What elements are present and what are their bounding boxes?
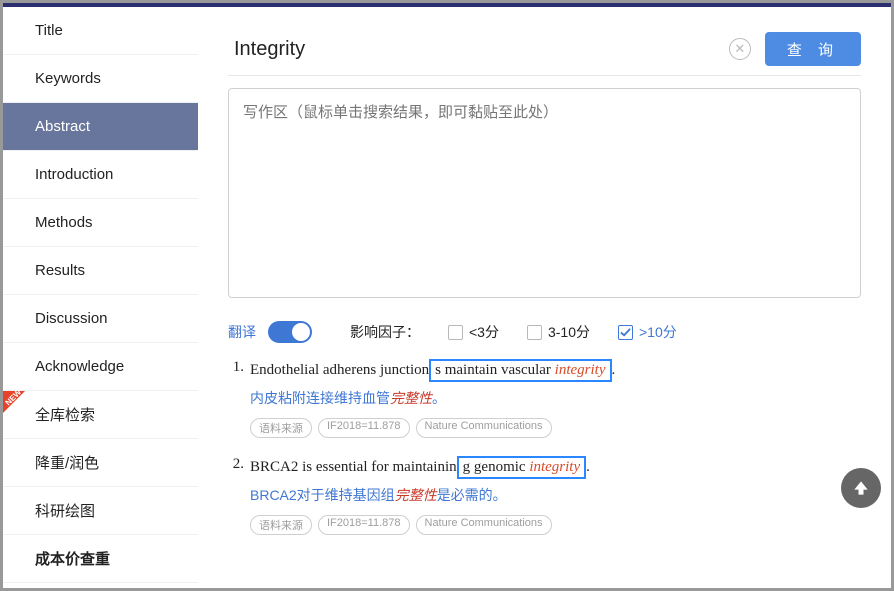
sidebar-item-discussion[interactable]: Discussion [3,295,198,343]
filter-option-label: <3分 [469,322,499,342]
sidebar-item-label: Acknowledge [35,358,124,375]
highlight-box: s maintain vascular integrity [429,359,611,382]
result-item[interactable]: 2. BRCA2 is essential for maintaining ge… [228,456,861,535]
result-translation: BRCA2对于维持基因组完整性是必需的。 [250,485,861,505]
checkbox-icon [618,325,633,340]
sidebar-item-fulldb[interactable]: 全库检索 [3,391,198,439]
checkbox-icon [527,325,542,340]
sidebar-item-keywords[interactable]: Keywords [3,55,198,103]
tag-journal[interactable]: Nature Communications [416,418,552,438]
result-sentence: BRCA2 is essential for maintaining genom… [250,456,861,479]
result-tags: 语料来源 IF2018=11.878 Nature Communications [250,418,861,438]
query-button[interactable]: 查 询 [765,32,861,66]
result-sentence: Endothelial adherens junctions maintain … [250,359,861,382]
tag-source[interactable]: 语料来源 [250,418,312,438]
result-item[interactable]: 1. Endothelial adherens junctions mainta… [228,359,861,438]
sidebar-item-label: 成本价查重 [35,548,110,569]
tag-journal[interactable]: Nature Communications [416,515,552,535]
scroll-top-button[interactable] [841,468,881,508]
divider [228,75,861,76]
translate-label: 翻译 [228,322,256,342]
sidebar-item-plagcheck[interactable]: 成本价查重 [3,535,198,583]
filter-option-label: >10分 [639,322,677,342]
sidebar-item-introduction[interactable]: Introduction [3,151,198,199]
checkbox-icon [448,325,463,340]
sidebar-item-label: Keywords [35,70,101,87]
filter-gt10[interactable]: >10分 [618,322,677,342]
sidebar-item-methods[interactable]: Methods [3,199,198,247]
filter-3to10[interactable]: 3-10分 [527,322,590,342]
sidebar-item-title[interactable]: Title [3,7,198,55]
sidebar-item-label: Methods [35,214,93,231]
sidebar-item-label: Discussion [35,310,108,327]
main-panel: ✕ 查 询 翻译 影响因子： <3分 3-10分 >10分 [198,7,891,588]
sidebar: Title Keywords Abstract Introduction Met… [3,7,198,588]
filter-lt3[interactable]: <3分 [448,322,499,342]
result-number: 1. [228,359,250,438]
sidebar-item-rewrite[interactable]: 降重/润色 [3,439,198,487]
search-input[interactable] [228,27,715,71]
sidebar-item-label: 全库检索 [35,404,95,425]
result-tags: 语料来源 IF2018=11.878 Nature Communications [250,515,861,535]
sidebar-item-label: Title [35,22,63,39]
clear-icon[interactable]: ✕ [729,38,751,60]
results-list: 1. Endothelial adherens junctions mainta… [228,359,861,535]
arrow-up-icon [851,478,871,498]
sidebar-item-acknowledge[interactable]: Acknowledge [3,343,198,391]
sidebar-item-label: Abstract [35,118,90,135]
filter-option-label: 3-10分 [548,322,590,342]
layout: Title Keywords Abstract Introduction Met… [3,7,891,588]
write-area[interactable] [228,88,861,298]
sidebar-item-label: Introduction [35,166,113,183]
search-row: ✕ 查 询 [228,27,861,71]
app-frame: Title Keywords Abstract Introduction Met… [0,0,894,591]
new-ribbon-icon [3,391,25,413]
highlight-box: g genomic integrity [457,456,586,479]
sidebar-item-label: Results [35,262,85,279]
result-number: 2. [228,456,250,535]
result-translation: 内皮粘附连接维持血管完整性。 [250,388,861,408]
tag-if[interactable]: IF2018=11.878 [318,418,410,438]
impact-factor-label: 影响因子： [350,322,420,342]
tag-if[interactable]: IF2018=11.878 [318,515,410,535]
sidebar-item-label: 降重/润色 [35,452,99,473]
sidebar-item-label: 科研绘图 [35,500,95,521]
sidebar-item-abstract[interactable]: Abstract [3,103,198,151]
tag-source[interactable]: 语料来源 [250,515,312,535]
result-body: BRCA2 is essential for maintaining genom… [250,456,861,535]
result-body: Endothelial adherens junctions maintain … [250,359,861,438]
sidebar-item-figures[interactable]: 科研绘图 [3,487,198,535]
filter-row: 翻译 影响因子： <3分 3-10分 >10分 [228,321,861,343]
sidebar-item-results[interactable]: Results [3,247,198,295]
translate-toggle[interactable] [268,321,312,343]
